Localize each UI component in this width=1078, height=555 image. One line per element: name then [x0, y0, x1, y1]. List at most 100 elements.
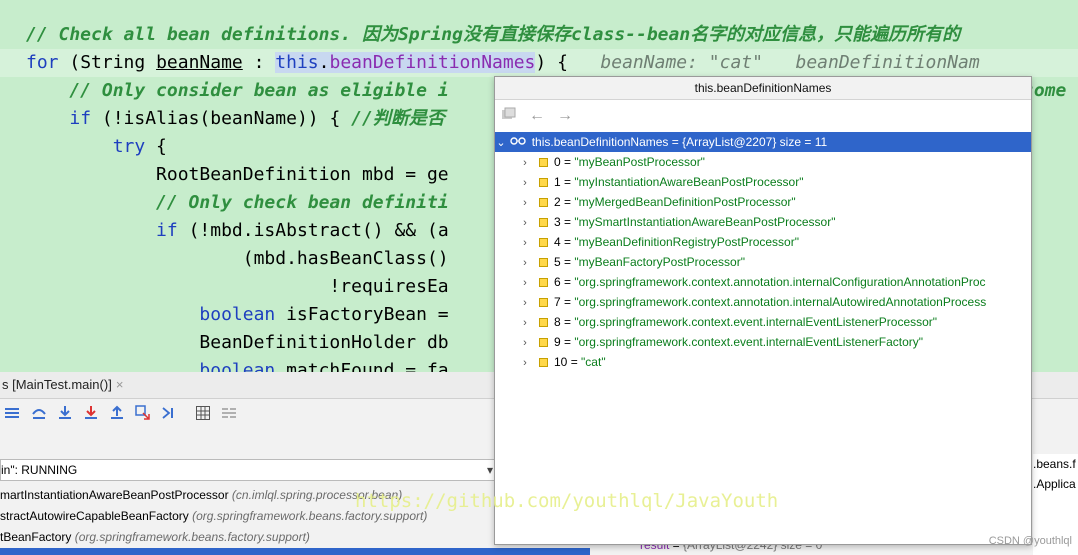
drop-frame-icon[interactable]: [134, 404, 152, 422]
item-index: 4: [554, 235, 561, 249]
item-equals: =: [560, 235, 575, 249]
expand-chevron-icon[interactable]: ›: [519, 333, 531, 353]
code-token: this: [275, 52, 319, 73]
force-step-into-icon[interactable]: [82, 404, 100, 422]
code-token: isFactoryBean =: [275, 304, 449, 325]
stack-frame-row[interactable]: martInstantiationAwareBeanPostProcessor …: [0, 485, 402, 506]
list-item[interactable]: › 7 = "org.springframework.context.annota…: [495, 292, 1031, 312]
variable-inspection-popup[interactable]: this.beanDefinitionNames ← → ⌄ this.bean…: [494, 76, 1032, 545]
code-token: RootBeanDefinition mbd = ge: [26, 164, 449, 185]
step-out-icon[interactable]: [108, 404, 126, 422]
item-index: 9: [554, 335, 561, 349]
popup-navbar: ← →: [495, 100, 1031, 132]
stack-frame-row-selected[interactable]: [0, 548, 590, 555]
code-line: if (!mbd.isAbstract() && (a: [26, 217, 449, 245]
expand-chevron-icon[interactable]: ›: [519, 173, 531, 193]
item-equals: =: [560, 175, 575, 189]
thread-selector-value: in": RUNNING: [1, 463, 78, 477]
thread-selector[interactable]: in": RUNNING ▾: [0, 459, 498, 481]
root-node-label: this.beanDefinitionNames = {ArrayList@22…: [531, 135, 828, 149]
code-line: // Only check bean definiti: [26, 189, 449, 217]
list-item[interactable]: › 9 = "org.springframework.context.event.…: [495, 332, 1031, 352]
item-value: "org.springframework.context.event.inter…: [574, 335, 924, 349]
item-index: 2: [554, 195, 561, 209]
code-token: (String: [58, 52, 157, 73]
frame-package: (org.springframework.beans.factory.suppo…: [74, 530, 310, 544]
item-index: 0: [554, 155, 561, 169]
list-entry-icon: [539, 338, 548, 348]
list-item[interactable]: › 8 = "org.springframework.context.event.…: [495, 312, 1031, 332]
code-token: ) {: [535, 52, 601, 73]
item-equals: =: [560, 195, 575, 209]
code-token: !requiresEa: [26, 276, 449, 297]
frame-method: tBeanFactory: [0, 530, 72, 544]
list-item[interactable]: › 2 = "myMergedBeanDefinitionPostProcesso…: [495, 192, 1031, 212]
trace-stream-icon[interactable]: [220, 404, 238, 422]
frame-method: stractAutowireCapableBeanFactory: [0, 509, 189, 523]
expand-chevron-icon[interactable]: ⌄: [495, 133, 507, 153]
item-value: "myMergedBeanDefinitionPostProcessor": [574, 195, 796, 209]
forward-arrow-icon[interactable]: →: [557, 107, 573, 125]
chevron-down-icon[interactable]: ▾: [487, 460, 493, 480]
expand-chevron-icon[interactable]: ›: [519, 253, 531, 273]
code-line: for (String beanName : this.beanDefiniti…: [26, 49, 980, 77]
code-line: BeanDefinitionHolder db: [26, 329, 448, 357]
code-token: try: [112, 136, 146, 157]
history-icon[interactable]: [501, 107, 517, 126]
code-line: if (!isAlias(beanName)) { //判断是否: [26, 105, 444, 133]
list-item[interactable]: › 1 = "myInstantiationAwareBeanPostProces…: [495, 172, 1031, 192]
code-token: beanName: "cat" beanDefinitionNam: [600, 52, 980, 73]
list-entry-icon: [539, 238, 548, 248]
code-token: :: [242, 52, 276, 73]
list-entry-icon: [539, 158, 548, 168]
item-value: "myBeanDefinitionRegistryPostProcessor": [574, 235, 799, 249]
expand-chevron-icon[interactable]: ›: [519, 293, 531, 313]
expand-chevron-icon[interactable]: ›: [519, 353, 531, 373]
variable-row[interactable]: .Applica: [1033, 474, 1078, 494]
popup-title: this.beanDefinitionNames: [495, 77, 1031, 100]
close-icon[interactable]: ×: [116, 377, 124, 392]
item-value: "org.springframework.context.annotation.…: [574, 275, 986, 289]
stack-frame-row[interactable]: tBeanFactory (org.springframework.beans.…: [0, 527, 310, 548]
step-into-icon[interactable]: [56, 404, 74, 422]
expand-chevron-icon[interactable]: ›: [519, 313, 531, 333]
csdn-watermark: CSDN @youthlql: [988, 535, 1072, 547]
item-equals: =: [560, 215, 575, 229]
code-line: try {: [26, 133, 167, 161]
step-over-icon[interactable]: [30, 404, 48, 422]
list-item[interactable]: › 5 = "myBeanFactoryPostProcessor": [495, 252, 1031, 272]
item-index: 6: [554, 275, 561, 289]
run-to-cursor-icon[interactable]: [160, 404, 178, 422]
popup-root-node[interactable]: ⌄ this.beanDefinitionNames = {ArrayList@…: [495, 132, 1031, 152]
watch-glasses-icon: [510, 132, 528, 152]
list-item[interactable]: › 0 = "myBeanPostProcessor": [495, 152, 1031, 172]
code-line: boolean matchFound = fa: [26, 357, 449, 372]
list-entry-icon: [539, 258, 548, 268]
list-entry-icon: [539, 218, 548, 228]
expand-chevron-icon[interactable]: ›: [519, 213, 531, 233]
expand-chevron-icon[interactable]: ›: [519, 273, 531, 293]
item-equals: =: [560, 295, 575, 309]
expand-chevron-icon[interactable]: ›: [519, 233, 531, 253]
expand-chevron-icon[interactable]: ›: [519, 193, 531, 213]
item-index: 10: [554, 355, 568, 369]
list-item[interactable]: › 10 = "cat": [495, 352, 1031, 372]
list-item[interactable]: › 3 = "mySmartInstantiationAwareBeanPostP…: [495, 212, 1031, 232]
expand-chevron-icon[interactable]: ›: [519, 153, 531, 173]
list-item[interactable]: › 6 = "org.springframework.context.annota…: [495, 272, 1031, 292]
item-equals: =: [560, 155, 575, 169]
frame-method: martInstantiationAwareBeanPostProcessor: [0, 488, 229, 502]
evaluate-expression-icon[interactable]: [194, 404, 212, 422]
list-entry-icon: [539, 278, 548, 288]
code-token: // Check all bean definitions. 因为Spring没…: [26, 24, 961, 45]
variable-row[interactable]: .beans.f: [1033, 454, 1078, 474]
back-arrow-icon[interactable]: ←: [529, 107, 545, 125]
item-value: "myBeanPostProcessor": [574, 155, 705, 169]
item-value: "org.springframework.context.event.inter…: [574, 315, 938, 329]
list-item[interactable]: › 4 = "myBeanDefinitionRegistryPostProces…: [495, 232, 1031, 252]
code-token: matchFound = fa: [275, 360, 449, 372]
show-execution-point-icon[interactable]: [4, 404, 22, 422]
